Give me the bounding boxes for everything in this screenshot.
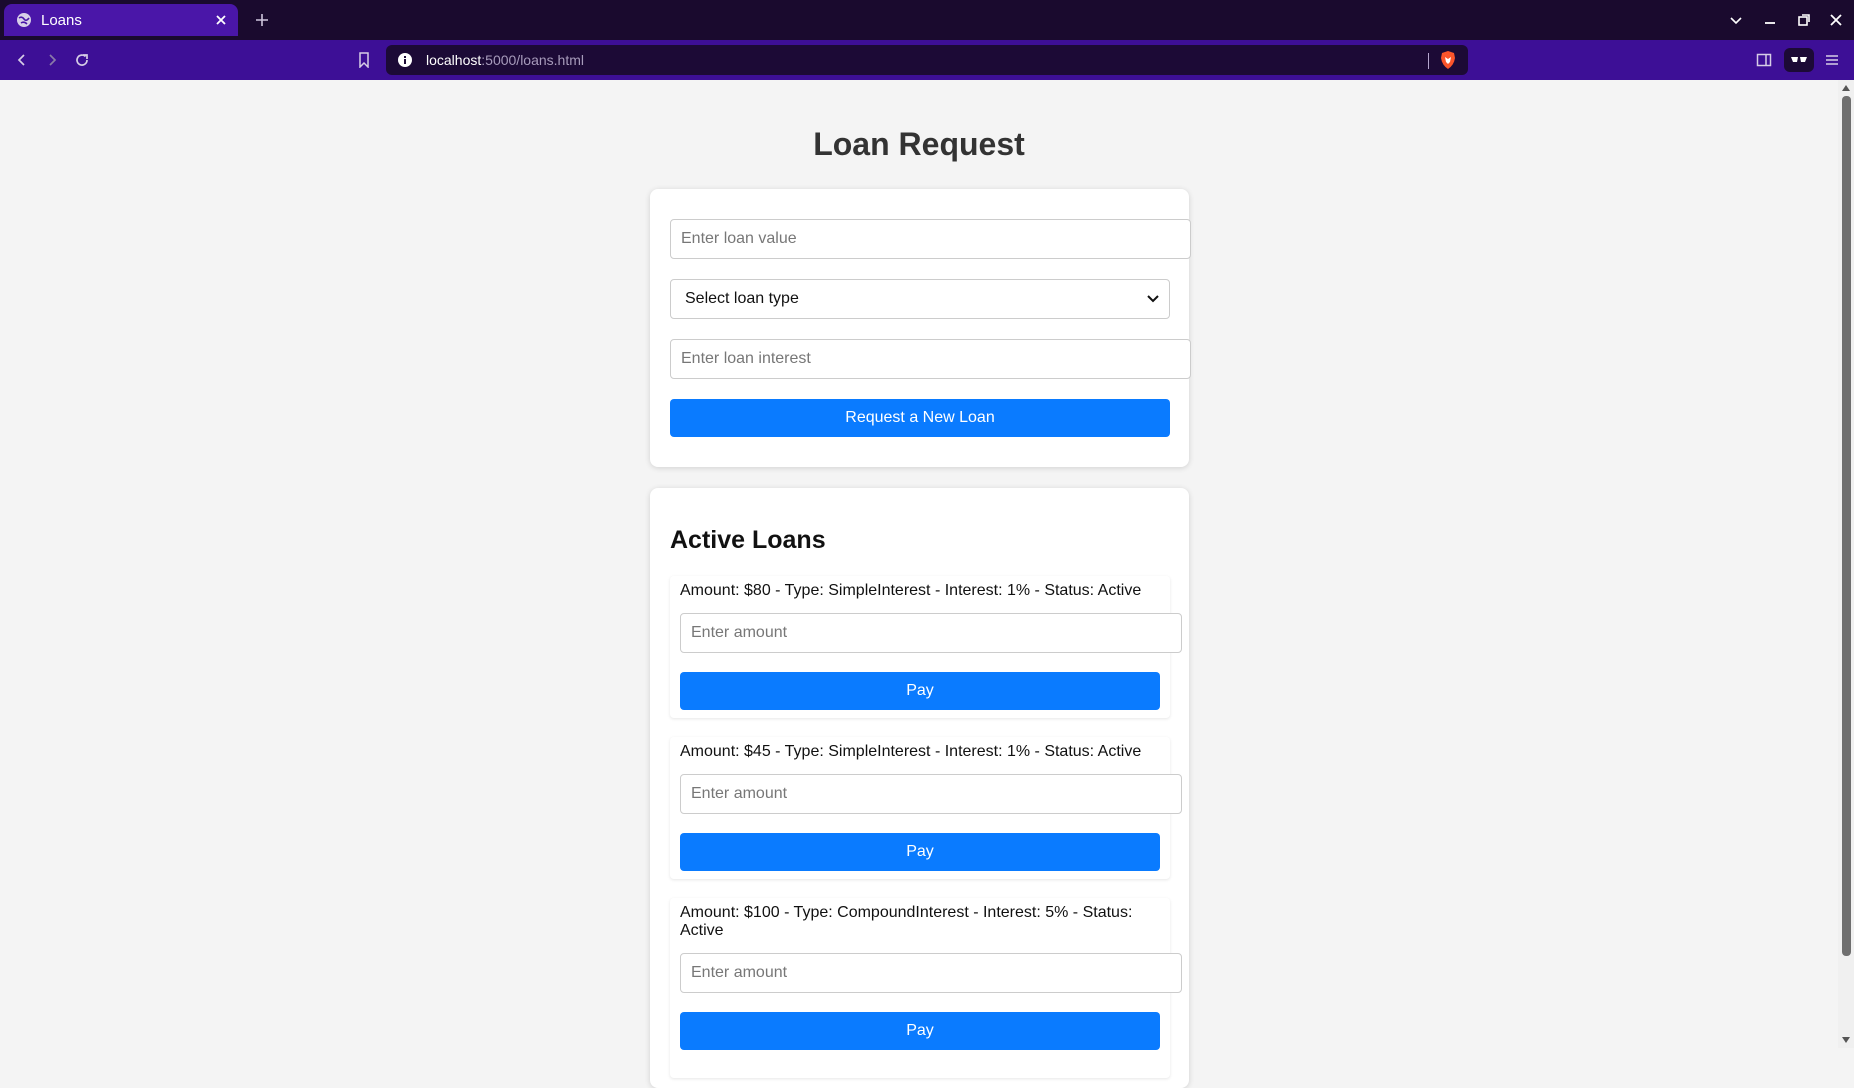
close-tab-icon[interactable] xyxy=(210,9,232,31)
brave-shield-icon[interactable] xyxy=(1438,50,1458,70)
page-title: Loan Request xyxy=(813,126,1025,162)
loan-value-input[interactable] xyxy=(670,219,1191,259)
forward-icon[interactable] xyxy=(40,48,64,72)
scroll-up-icon[interactable] xyxy=(1840,82,1852,94)
loan-amount-input[interactable] xyxy=(680,774,1182,814)
loan-item: Amount: $80 - Type: SimpleInterest - Int… xyxy=(670,576,1182,718)
bookmark-icon[interactable] xyxy=(352,48,376,72)
active-loans-card: Active Loans Amount: $80 - Type: SimpleI… xyxy=(650,488,1189,1088)
loan-interest-input[interactable] xyxy=(670,339,1191,379)
loan-type-selected: Select loan type xyxy=(685,290,799,307)
loan-item: Amount: $100 - Type: CompoundInterest - … xyxy=(670,898,1182,1078)
loan-request-form: Select loan type Request a New Loan xyxy=(650,189,1191,467)
active-loans-title: Active Loans xyxy=(670,526,826,554)
menu-icon[interactable] xyxy=(1820,48,1844,72)
loan-details: Amount: $45 - Type: SimpleInterest - Int… xyxy=(680,743,1142,760)
reload-icon[interactable] xyxy=(70,48,94,72)
pay-button[interactable]: Pay xyxy=(680,1012,1160,1050)
loan-details: Amount: $100 - Type: CompoundInterest - … xyxy=(680,904,1133,939)
url-text: localhost:5000/loans.html xyxy=(426,52,584,68)
globe-icon xyxy=(17,13,31,27)
loan-type-select[interactable]: Select loan type xyxy=(670,279,1170,319)
scrollbar-thumb[interactable] xyxy=(1842,96,1851,956)
loan-amount-input[interactable] xyxy=(680,613,1182,653)
restore-icon[interactable] xyxy=(1792,8,1816,32)
url-host: localhost xyxy=(426,52,482,68)
back-icon[interactable] xyxy=(10,48,34,72)
address-bar[interactable]: localhost:5000/loans.html xyxy=(386,45,1468,75)
minimize-icon[interactable] xyxy=(1758,8,1782,32)
tab-search-icon[interactable] xyxy=(1724,8,1748,32)
browser-tab[interactable]: Loans xyxy=(4,4,238,36)
site-info-icon[interactable] xyxy=(396,51,414,69)
browser-tab-bar: Loans xyxy=(0,0,1854,40)
new-tab-button[interactable] xyxy=(250,8,274,32)
pay-button[interactable]: Pay xyxy=(680,833,1160,871)
pay-button[interactable]: Pay xyxy=(680,672,1160,710)
extension-icon[interactable] xyxy=(1784,48,1814,72)
loan-amount-input[interactable] xyxy=(680,953,1182,993)
url-path: :5000/loans.html xyxy=(481,52,584,68)
loan-item: Amount: $45 - Type: SimpleInterest - Int… xyxy=(670,737,1182,879)
loan-details: Amount: $80 - Type: SimpleInterest - Int… xyxy=(680,582,1142,599)
sidebar-icon[interactable] xyxy=(1752,48,1776,72)
address-bar-divider xyxy=(1428,53,1429,69)
close-window-icon[interactable] xyxy=(1824,8,1848,32)
chevron-down-icon xyxy=(1147,295,1159,303)
tab-title: Loans xyxy=(41,11,82,29)
request-loan-button[interactable]: Request a New Loan xyxy=(670,399,1170,437)
scroll-down-icon[interactable] xyxy=(1840,1034,1852,1046)
